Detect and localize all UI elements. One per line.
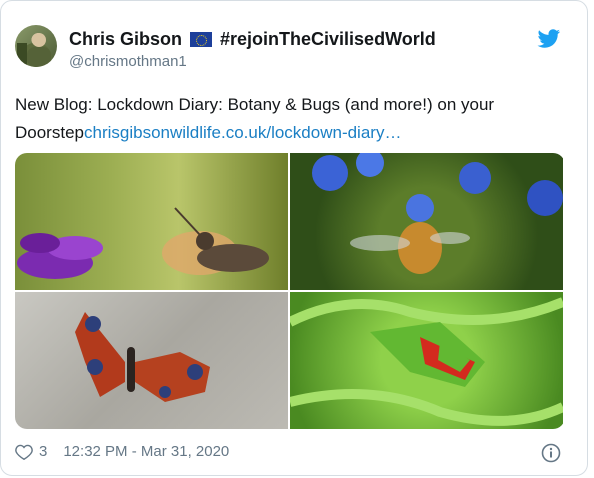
display-name[interactable]: Chris Gibson (69, 29, 182, 50)
twitter-bird-icon[interactable] (537, 29, 561, 49)
media-photo-4[interactable] (290, 292, 563, 429)
user-handle[interactable]: @chrismothman1 (69, 53, 187, 70)
tweet-footer: 3 12:32 PM - Mar 31, 2020 (15, 443, 229, 460)
media-photo-1[interactable] (15, 153, 288, 290)
tweet-card: Chris Gibson #rejoinTheCivilisedWorld @c… (0, 0, 588, 476)
media-photo-3[interactable] (15, 292, 288, 429)
like-count: 3 (39, 443, 48, 460)
author-row: Chris Gibson #rejoinTheCivilisedWorld (69, 29, 436, 50)
avatar[interactable] (15, 25, 57, 67)
peacock-butterfly-illustration (75, 312, 210, 402)
shield-bug-illustration (290, 297, 563, 426)
avatar-image (17, 33, 51, 67)
media-grid (15, 153, 565, 429)
display-name-hashtag[interactable]: #rejoinTheCivilisedWorld (220, 29, 436, 50)
eu-flag-icon (190, 32, 213, 47)
hawk-moth-illustration (17, 207, 269, 279)
tweet-text: New Blog: Lockdown Diary: Botany & Bugs … (15, 91, 575, 147)
info-icon[interactable] (541, 443, 561, 463)
heart-icon[interactable] (15, 444, 33, 460)
media-photo-2[interactable] (290, 153, 563, 290)
tweet-timestamp[interactable]: 12:32 PM - Mar 31, 2020 (63, 443, 229, 460)
bee-fly-illustration (312, 153, 563, 274)
tweet-link[interactable]: chrisgibsonwildlife.co.uk/lockdown-diary… (84, 123, 401, 142)
